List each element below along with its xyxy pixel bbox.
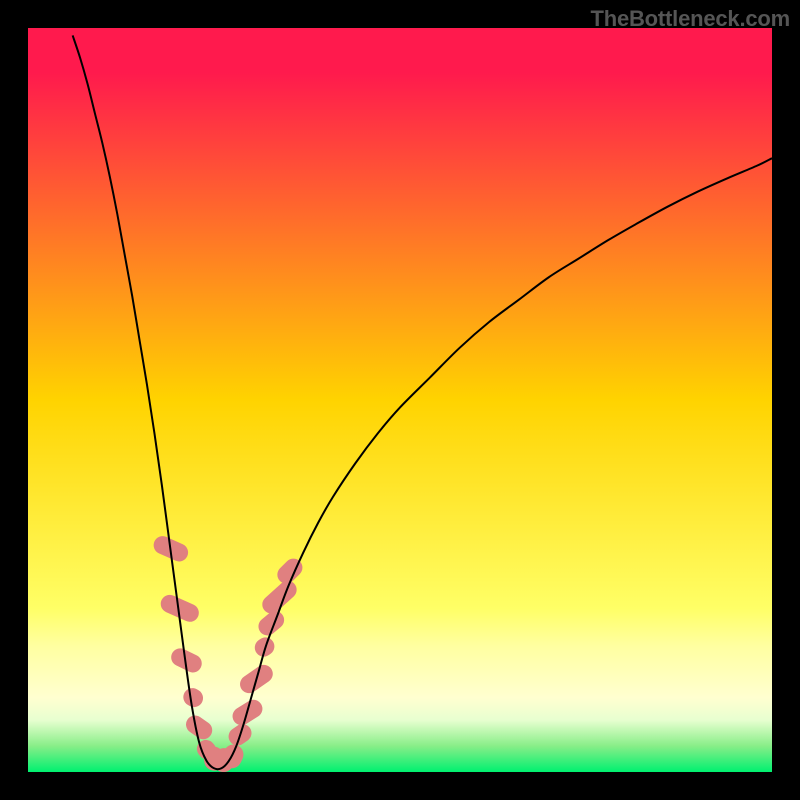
chart-container: TheBottleneck.com [0, 0, 800, 800]
chart-svg [28, 28, 772, 772]
chart-background [28, 28, 772, 772]
plot-area [28, 28, 772, 772]
